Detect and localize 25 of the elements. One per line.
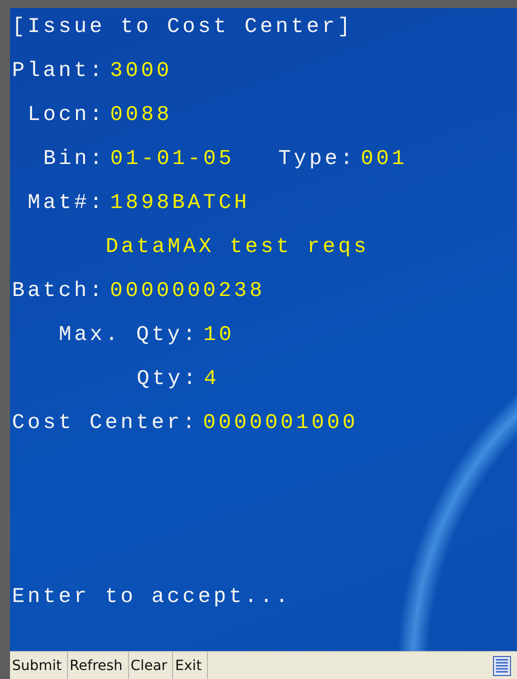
field-label: Plant: [12,60,106,83]
field-label: Batch: [12,280,106,303]
field-label: Bin: [43,148,106,171]
field-label: Cost Center: [12,412,198,435]
field-value: 001 [360,148,408,171]
field-value: 0000001000 [203,412,358,435]
field-label: Max. Qty: [58,324,198,347]
menu-button[interactable]: Submit [10,652,68,679]
material-description: DataMAX test reqs [106,236,370,259]
field-value: 3000 [110,60,172,83]
field-label: Qty: [136,368,199,391]
prompt-message: Enter to accept... [12,586,292,609]
menu-button[interactable]: Refresh [68,652,129,679]
field-value: 1898BATCH [110,192,250,215]
field-value: 4 [204,368,220,391]
field-value: 10 [203,324,234,347]
screen-title: [Issue to Cost Center] [12,16,354,39]
field-value: 01-01-05 [110,148,234,171]
field-value: 0000000238 [110,280,266,303]
menu-button[interactable]: Clear [128,652,174,679]
field-label: Type: [278,148,356,171]
field-label: Locn: [28,104,106,127]
menu-button[interactable]: Exit [173,652,208,679]
field-value: 0088 [110,104,172,127]
field-label: Mat#: [28,192,106,215]
